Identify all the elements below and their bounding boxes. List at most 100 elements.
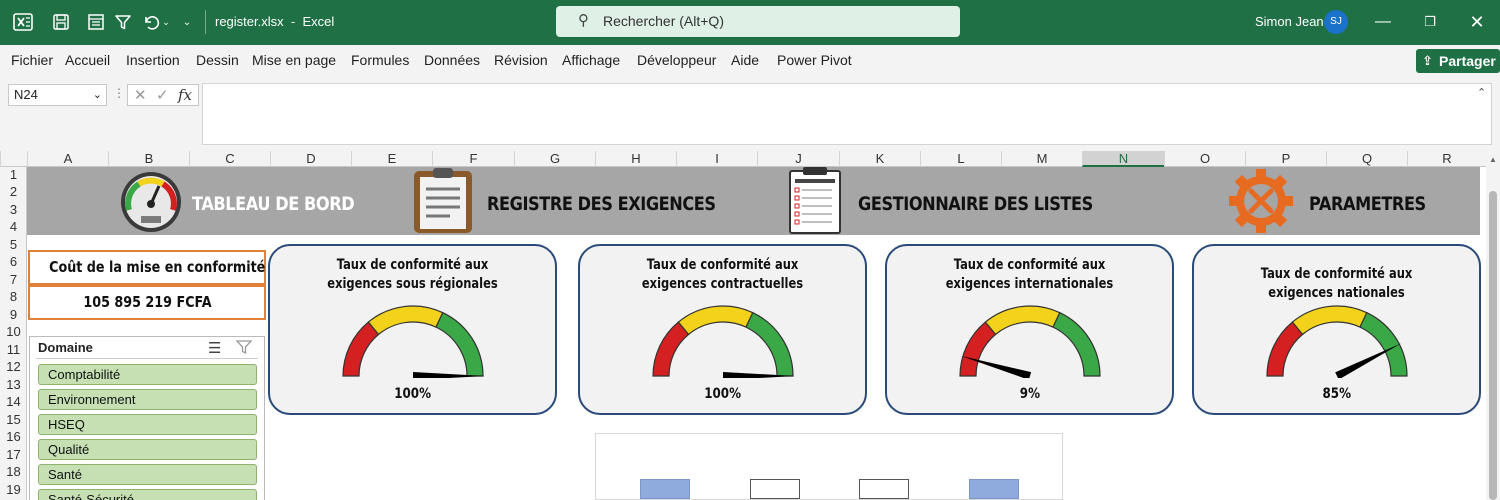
save-icon[interactable] [50, 11, 72, 33]
title-separator [205, 10, 206, 34]
nav-dashboard[interactable]: TABLEAU DE BORD [119, 167, 355, 235]
slicer-item[interactable]: HSEQ [38, 414, 257, 435]
nav-register[interactable]: REGISTRE DES EXIGENCES [411, 167, 716, 235]
tab-aide[interactable]: Aide [731, 52, 759, 68]
gauge-card: Taux de conformité aux exigences interna… [885, 244, 1174, 415]
undo-dropdown-icon[interactable]: ⌄ [161, 11, 171, 33]
slicer-item[interactable]: Qualité [38, 439, 257, 460]
column-header[interactable]: I [676, 151, 757, 167]
row-header[interactable]: 10 [0, 324, 27, 339]
row-header[interactable]: 16 [0, 429, 27, 444]
row-header[interactable]: 14 [0, 394, 27, 409]
multi-select-icon[interactable]: ☰ [208, 339, 221, 357]
slicer-item[interactable]: Santé [38, 464, 257, 485]
column-header[interactable]: E [351, 151, 432, 167]
row-header[interactable]: 13 [0, 377, 27, 392]
row-header[interactable]: 12 [0, 359, 27, 374]
tab-power-pivot[interactable]: Power Pivot [777, 52, 852, 68]
tab-insertion[interactable]: Insertion [126, 52, 180, 68]
close-icon[interactable]: ✕ [1462, 8, 1492, 36]
chart-bar [750, 479, 800, 499]
row-header[interactable]: 18 [0, 464, 27, 479]
row-header[interactable]: 3 [0, 202, 27, 217]
tab-affichage[interactable]: Affichage [562, 52, 620, 68]
column-header[interactable]: M [1001, 151, 1082, 167]
enter-icon[interactable]: ✓ [156, 86, 169, 104]
row-header[interactable]: 15 [0, 412, 27, 427]
row-header[interactable]: 5 [0, 237, 27, 252]
slicer-item[interactable]: Comptabilité [38, 364, 257, 385]
bar-chart[interactable] [595, 433, 1063, 500]
minimize-icon[interactable]: — [1368, 8, 1398, 36]
column-header[interactable]: P [1245, 151, 1326, 167]
gauge-red-segment [1265, 321, 1303, 377]
column-header[interactable]: F [432, 151, 514, 167]
share-button[interactable]: ⇪ Partager [1416, 49, 1500, 73]
row-header[interactable]: 2 [0, 184, 27, 199]
column-header[interactable]: R [1407, 151, 1486, 167]
row-header[interactable]: 17 [0, 447, 27, 462]
gauge-green-segment [1051, 311, 1101, 377]
column-header-active[interactable]: N [1082, 151, 1164, 167]
cancel-icon[interactable]: ✕ [134, 86, 147, 104]
tab-fichier[interactable]: Fichier [11, 52, 53, 68]
tab-formules[interactable]: Formules [351, 52, 409, 68]
column-header[interactable]: L [920, 151, 1001, 167]
title-bar: ⌄ ⌄ register.xlsx - Excel ⚲ Rechercher (… [0, 0, 1500, 45]
slicer-item[interactable]: Environnement [38, 389, 257, 410]
row-header[interactable]: 4 [0, 219, 27, 234]
nav-settings[interactable]: PARAMETRES [1227, 167, 1427, 235]
column-header[interactable]: H [595, 151, 676, 167]
search-box[interactable]: ⚲ Rechercher (Alt+Q) [556, 6, 960, 37]
column-header[interactable]: A [27, 151, 108, 167]
gauge-title-text: Taux de conformité aux exigences interna… [945, 257, 1114, 292]
column-header[interactable]: J [757, 151, 839, 167]
chevron-down-icon[interactable]: ⌄ [93, 85, 102, 105]
column-header[interactable]: G [514, 151, 595, 167]
row-header[interactable]: 7 [0, 272, 27, 287]
slicer-item[interactable]: Santé-Sécurité [38, 489, 257, 500]
filter-icon[interactable] [113, 11, 133, 33]
name-box[interactable]: N24 ⌄ [8, 84, 107, 106]
scroll-up-icon[interactable]: ▲ [1489, 155, 1497, 164]
chart-bar [640, 479, 690, 499]
column-header[interactable]: O [1164, 151, 1245, 167]
insert-function-icon[interactable]: fx [178, 86, 192, 104]
row-header[interactable]: 8 [0, 289, 27, 304]
gauge-value: 100% [580, 386, 865, 402]
column-header[interactable]: Q [1326, 151, 1407, 167]
tab-accueil[interactable]: Accueil [65, 52, 110, 68]
name-box-value: N24 [14, 87, 38, 102]
column-header[interactable]: C [189, 151, 270, 167]
select-all-corner[interactable] [0, 151, 27, 167]
row-header[interactable]: 9 [0, 307, 27, 322]
row-header[interactable]: 19 [0, 482, 27, 497]
more-options-icon[interactable]: ⋮ [113, 86, 125, 100]
customize-toolbar-icon[interactable]: ⌄ [180, 11, 194, 33]
tab-developpeur[interactable]: Développeur [637, 52, 716, 68]
row-header[interactable]: 11 [0, 342, 27, 357]
column-header[interactable]: K [839, 151, 920, 167]
row-header[interactable]: 1 [0, 167, 27, 182]
formula-input[interactable] [202, 83, 1492, 145]
form-icon[interactable] [86, 11, 106, 33]
column-header[interactable]: D [270, 151, 351, 167]
restore-icon[interactable]: ❐ [1415, 8, 1445, 36]
tab-revision[interactable]: Révision [494, 52, 548, 68]
vertical-scrollbar[interactable]: ▲ [1486, 151, 1500, 500]
row-header[interactable]: 6 [0, 254, 27, 269]
cost-label-box: Coût de la mise en conformité [28, 250, 266, 285]
clear-filter-icon[interactable] [235, 339, 253, 359]
tab-dessin[interactable]: Dessin [196, 52, 239, 68]
undo-icon[interactable] [141, 11, 161, 33]
column-header[interactable]: B [108, 151, 189, 167]
nav-lists[interactable]: GESTIONNAIRE DES LISTES [787, 167, 1107, 235]
avatar[interactable]: SJ [1324, 10, 1348, 34]
collapse-formula-bar-icon[interactable]: ⌃ [1477, 86, 1486, 99]
user-name[interactable]: Simon Jean [1255, 14, 1324, 29]
gauge-chart [1265, 305, 1408, 378]
tab-donnees[interactable]: Données [424, 52, 480, 68]
scrollbar-thumb[interactable] [1489, 191, 1497, 500]
tab-mise-en-page[interactable]: Mise en page [252, 52, 336, 68]
domain-slicer: Domaine ☰ Comptabilité Environnement HSE… [29, 336, 265, 500]
